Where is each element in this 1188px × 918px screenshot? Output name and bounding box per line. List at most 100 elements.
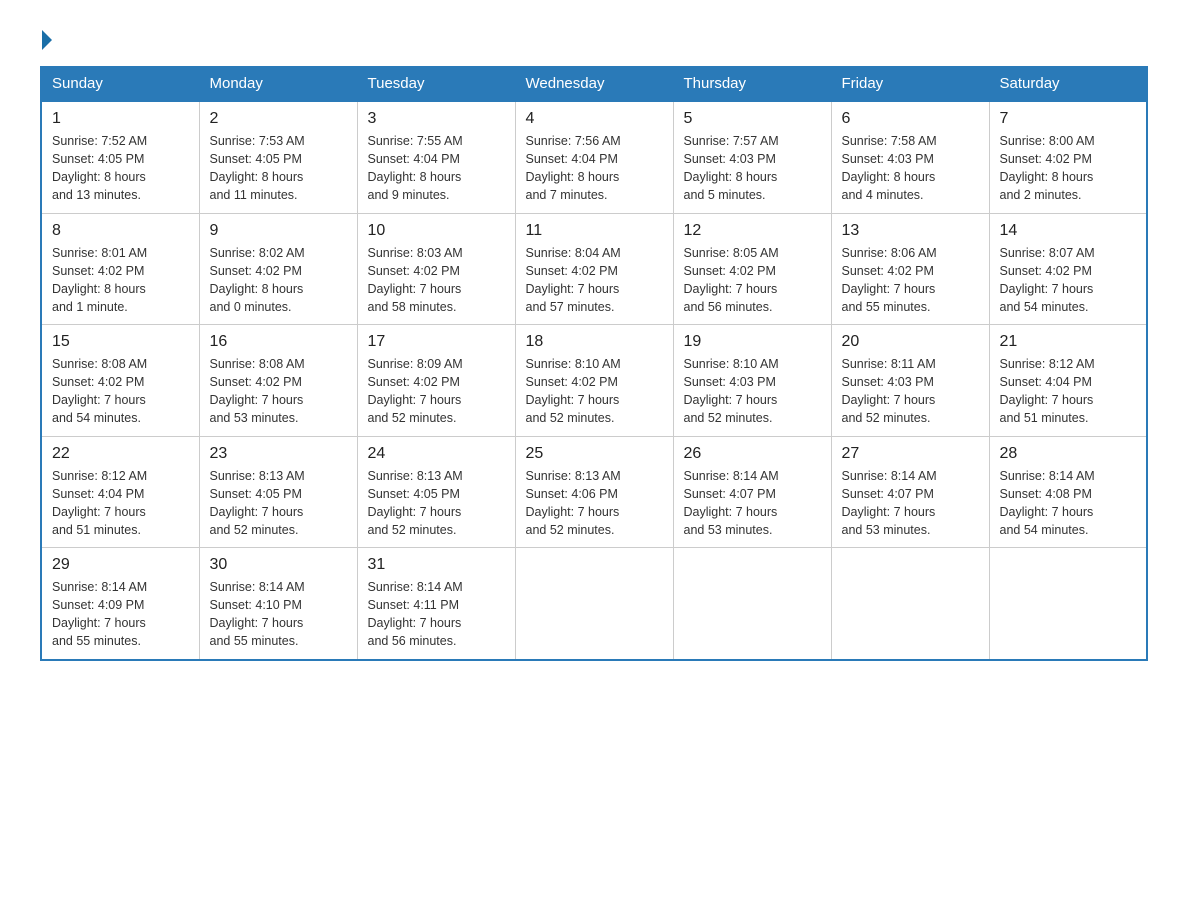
day-info: Sunrise: 7:52 AMSunset: 4:05 PMDaylight:… <box>52 132 189 205</box>
day-info: Sunrise: 8:04 AMSunset: 4:02 PMDaylight:… <box>526 244 663 317</box>
day-info: Sunrise: 8:13 AMSunset: 4:05 PMDaylight:… <box>368 467 505 540</box>
day-info: Sunrise: 8:08 AMSunset: 4:02 PMDaylight:… <box>52 355 189 428</box>
calendar-cell: 29 Sunrise: 8:14 AMSunset: 4:09 PMDayligh… <box>41 548 199 660</box>
day-info: Sunrise: 7:55 AMSunset: 4:04 PMDaylight:… <box>368 132 505 205</box>
calendar-cell: 30 Sunrise: 8:14 AMSunset: 4:10 PMDayligh… <box>199 548 357 660</box>
day-info: Sunrise: 8:13 AMSunset: 4:06 PMDaylight:… <box>526 467 663 540</box>
weekday-header-tuesday: Tuesday <box>357 67 515 102</box>
day-info: Sunrise: 8:14 AMSunset: 4:10 PMDaylight:… <box>210 578 347 651</box>
calendar-cell: 17Sunrise: 8:09 AMSunset: 4:02 PMDayligh… <box>357 325 515 437</box>
page-header <box>40 30 1148 46</box>
calendar-cell <box>515 548 673 660</box>
calendar-cell: 31 Sunrise: 8:14 AMSunset: 4:11 PMDayligh… <box>357 548 515 660</box>
calendar-cell: 4 Sunrise: 7:56 AMSunset: 4:04 PMDaylight… <box>515 101 673 213</box>
day-info: Sunrise: 8:14 AMSunset: 4:09 PMDaylight:… <box>52 578 189 651</box>
calendar-body: 1 Sunrise: 7:52 AMSunset: 4:05 PMDaylight… <box>41 101 1147 660</box>
day-number: 4 <box>526 110 663 128</box>
calendar-cell: 16 Sunrise: 8:08 AMSunset: 4:02 PMDayligh… <box>199 325 357 437</box>
day-info: Sunrise: 8:03 AMSunset: 4:02 PMDaylight:… <box>368 244 505 317</box>
calendar-cell: 14Sunrise: 8:07 AMSunset: 4:02 PMDayligh… <box>989 213 1147 325</box>
calendar-cell: 5 Sunrise: 7:57 AMSunset: 4:03 PMDaylight… <box>673 101 831 213</box>
day-number: 22 <box>52 445 189 463</box>
day-info: Sunrise: 8:10 AMSunset: 4:03 PMDaylight:… <box>684 355 821 428</box>
day-info: Sunrise: 8:11 AMSunset: 4:03 PMDaylight:… <box>842 355 979 428</box>
calendar-week-2: 8 Sunrise: 8:01 AMSunset: 4:02 PMDaylight… <box>41 213 1147 325</box>
day-number: 15 <box>52 333 189 351</box>
logo-arrow-icon <box>42 30 52 50</box>
calendar-week-1: 1 Sunrise: 7:52 AMSunset: 4:05 PMDaylight… <box>41 101 1147 213</box>
day-number: 14 <box>1000 222 1137 240</box>
calendar-cell: 7 Sunrise: 8:00 AMSunset: 4:02 PMDaylight… <box>989 101 1147 213</box>
day-number: 28 <box>1000 445 1137 463</box>
day-info: Sunrise: 7:58 AMSunset: 4:03 PMDaylight:… <box>842 132 979 205</box>
calendar-cell: 20 Sunrise: 8:11 AMSunset: 4:03 PMDayligh… <box>831 325 989 437</box>
day-info: Sunrise: 8:05 AMSunset: 4:02 PMDaylight:… <box>684 244 821 317</box>
calendar-week-4: 22 Sunrise: 8:12 AMSunset: 4:04 PMDayligh… <box>41 436 1147 548</box>
weekday-header-wednesday: Wednesday <box>515 67 673 102</box>
day-number: 13 <box>842 222 979 240</box>
weekday-header-saturday: Saturday <box>989 67 1147 102</box>
day-info: Sunrise: 8:09 AMSunset: 4:02 PMDaylight:… <box>368 355 505 428</box>
day-number: 20 <box>842 333 979 351</box>
day-info: Sunrise: 8:12 AMSunset: 4:04 PMDaylight:… <box>1000 355 1137 428</box>
day-info: Sunrise: 8:00 AMSunset: 4:02 PMDaylight:… <box>1000 132 1137 205</box>
day-number: 23 <box>210 445 347 463</box>
calendar-cell <box>989 548 1147 660</box>
day-info: Sunrise: 8:06 AMSunset: 4:02 PMDaylight:… <box>842 244 979 317</box>
day-number: 30 <box>210 556 347 574</box>
calendar-cell: 12 Sunrise: 8:05 AMSunset: 4:02 PMDayligh… <box>673 213 831 325</box>
calendar-cell: 19 Sunrise: 8:10 AMSunset: 4:03 PMDayligh… <box>673 325 831 437</box>
calendar-cell: 8 Sunrise: 8:01 AMSunset: 4:02 PMDaylight… <box>41 213 199 325</box>
day-number: 1 <box>52 110 189 128</box>
day-number: 29 <box>52 556 189 574</box>
day-info: Sunrise: 8:14 AMSunset: 4:08 PMDaylight:… <box>1000 467 1137 540</box>
day-number: 5 <box>684 110 821 128</box>
day-number: 12 <box>684 222 821 240</box>
day-info: Sunrise: 8:14 AMSunset: 4:07 PMDaylight:… <box>684 467 821 540</box>
day-number: 6 <box>842 110 979 128</box>
day-number: 19 <box>684 333 821 351</box>
day-number: 2 <box>210 110 347 128</box>
day-info: Sunrise: 8:10 AMSunset: 4:02 PMDaylight:… <box>526 355 663 428</box>
day-number: 24 <box>368 445 505 463</box>
day-number: 18 <box>526 333 663 351</box>
day-info: Sunrise: 7:53 AMSunset: 4:05 PMDaylight:… <box>210 132 347 205</box>
day-number: 26 <box>684 445 821 463</box>
calendar-cell: 2 Sunrise: 7:53 AMSunset: 4:05 PMDaylight… <box>199 101 357 213</box>
day-number: 21 <box>1000 333 1137 351</box>
calendar-cell: 23 Sunrise: 8:13 AMSunset: 4:05 PMDayligh… <box>199 436 357 548</box>
day-info: Sunrise: 7:57 AMSunset: 4:03 PMDaylight:… <box>684 132 821 205</box>
day-number: 27 <box>842 445 979 463</box>
calendar-cell: 13 Sunrise: 8:06 AMSunset: 4:02 PMDayligh… <box>831 213 989 325</box>
day-number: 16 <box>210 333 347 351</box>
day-number: 25 <box>526 445 663 463</box>
calendar-cell: 11Sunrise: 8:04 AMSunset: 4:02 PMDayligh… <box>515 213 673 325</box>
day-number: 8 <box>52 222 189 240</box>
day-info: Sunrise: 8:12 AMSunset: 4:04 PMDaylight:… <box>52 467 189 540</box>
calendar-cell <box>831 548 989 660</box>
calendar-cell: 3 Sunrise: 7:55 AMSunset: 4:04 PMDaylight… <box>357 101 515 213</box>
weekday-header-monday: Monday <box>199 67 357 102</box>
day-info: Sunrise: 8:01 AMSunset: 4:02 PMDaylight:… <box>52 244 189 317</box>
weekday-header-sunday: Sunday <box>41 67 199 102</box>
calendar-header: SundayMondayTuesdayWednesdayThursdayFrid… <box>41 67 1147 102</box>
calendar-cell: 22 Sunrise: 8:12 AMSunset: 4:04 PMDayligh… <box>41 436 199 548</box>
day-info: Sunrise: 8:13 AMSunset: 4:05 PMDaylight:… <box>210 467 347 540</box>
day-info: Sunrise: 7:56 AMSunset: 4:04 PMDaylight:… <box>526 132 663 205</box>
day-info: Sunrise: 8:08 AMSunset: 4:02 PMDaylight:… <box>210 355 347 428</box>
calendar-cell: 1 Sunrise: 7:52 AMSunset: 4:05 PMDaylight… <box>41 101 199 213</box>
day-number: 31 <box>368 556 505 574</box>
day-number: 9 <box>210 222 347 240</box>
day-info: Sunrise: 8:02 AMSunset: 4:02 PMDaylight:… <box>210 244 347 317</box>
calendar-week-3: 15 Sunrise: 8:08 AMSunset: 4:02 PMDayligh… <box>41 325 1147 437</box>
calendar-cell: 10Sunrise: 8:03 AMSunset: 4:02 PMDayligh… <box>357 213 515 325</box>
weekday-header-friday: Friday <box>831 67 989 102</box>
calendar-cell: 25 Sunrise: 8:13 AMSunset: 4:06 PMDayligh… <box>515 436 673 548</box>
day-number: 3 <box>368 110 505 128</box>
calendar-cell <box>673 548 831 660</box>
day-info: Sunrise: 8:14 AMSunset: 4:07 PMDaylight:… <box>842 467 979 540</box>
logo <box>40 30 54 46</box>
day-number: 7 <box>1000 110 1137 128</box>
calendar-cell: 26 Sunrise: 8:14 AMSunset: 4:07 PMDayligh… <box>673 436 831 548</box>
day-info: Sunrise: 8:14 AMSunset: 4:11 PMDaylight:… <box>368 578 505 651</box>
